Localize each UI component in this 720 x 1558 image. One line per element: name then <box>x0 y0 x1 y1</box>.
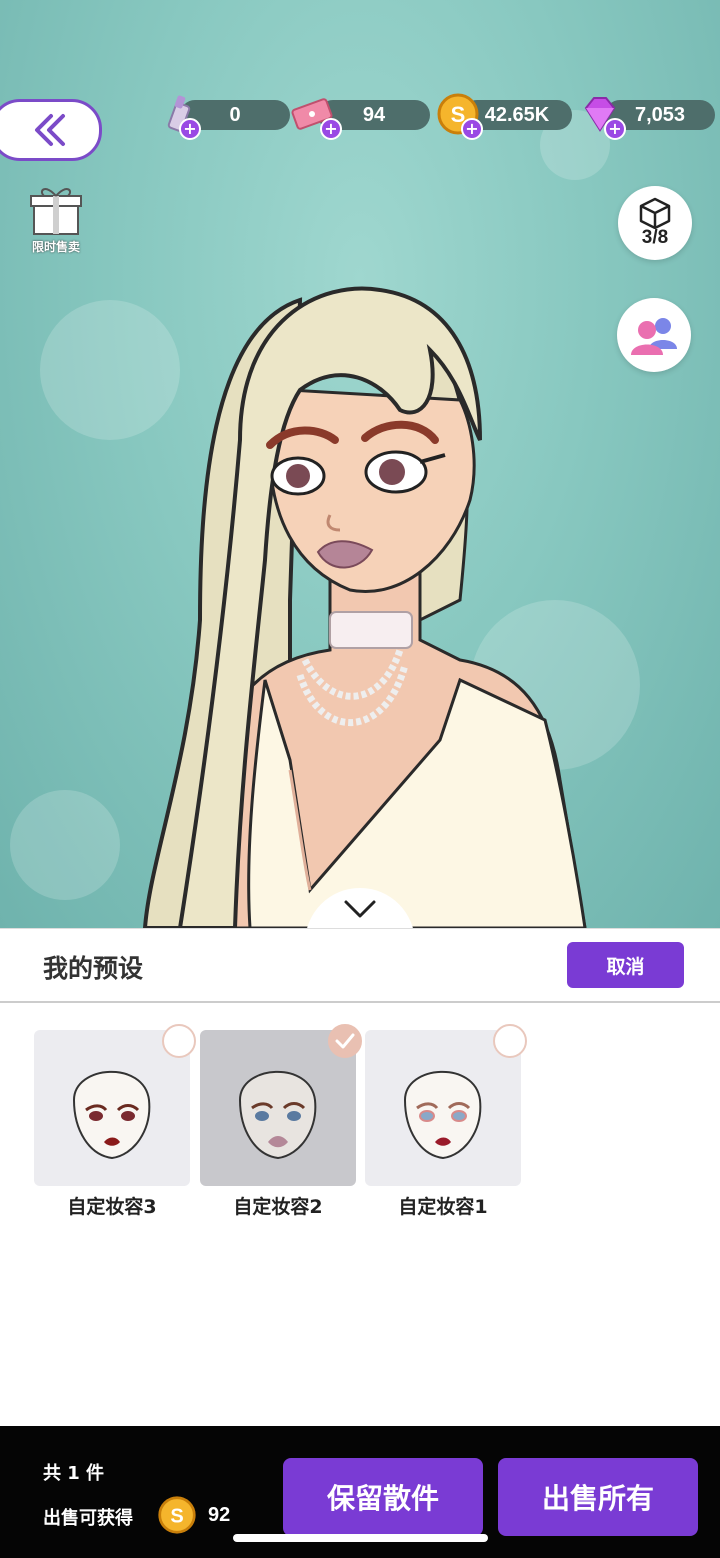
friends-icon <box>631 318 677 355</box>
add-coin-button[interactable]: + <box>461 118 483 140</box>
preset-item[interactable]: 自定妆容2 <box>200 1024 362 1219</box>
ticket-count: 94 <box>362 103 386 126</box>
preset-label: 自定妆容2 <box>233 1196 323 1218</box>
checkmark-icon <box>335 1033 355 1049</box>
preset-select-checkbox[interactable] <box>493 1024 527 1058</box>
keep-items-button[interactable]: 保留散件 <box>283 1458 483 1536</box>
preset-label: 自定妆容3 <box>67 1196 157 1218</box>
preset-label: 自定妆容1 <box>398 1196 488 1218</box>
add-lipstick-button[interactable]: + <box>179 118 201 140</box>
limited-sale-button[interactable]: 限时售卖 <box>24 182 88 255</box>
preset-select-checkbox[interactable] <box>328 1024 362 1058</box>
chevron-down-icon <box>344 900 376 918</box>
cancel-button[interactable]: 取消 <box>567 942 684 988</box>
preset-select-checkbox[interactable] <box>162 1024 196 1058</box>
sell-all-button[interactable]: 出售所有 <box>498 1458 698 1536</box>
panel-header: 我的预设 取消 <box>0 929 720 1003</box>
character-stage: 0 + 94 + 42.65K S + 7,053 + 限时售卖 3/8 <box>0 0 720 928</box>
earn-label: 出售可获得 <box>43 1508 133 1529</box>
earn-amount: 92 <box>208 1504 231 1526</box>
panel-title: 我的预设 <box>43 954 144 983</box>
gold-coin-icon: S <box>158 1496 196 1534</box>
preset-card[interactable] <box>365 1024 527 1186</box>
item-count: 共 1 件 <box>43 1463 105 1484</box>
svg-text:S: S <box>170 1505 183 1527</box>
diamond-count: 7,053 <box>634 103 686 126</box>
coin-count: 42.65K <box>484 103 550 126</box>
lipstick-count: 0 <box>229 103 241 126</box>
back-button[interactable] <box>0 99 102 161</box>
preset-card[interactable] <box>200 1024 362 1186</box>
box-count: 3/8 <box>641 227 669 248</box>
preset-item[interactable]: 自定妆容3 <box>34 1024 196 1219</box>
limited-sale-label: 限时售卖 <box>31 240 80 254</box>
home-indicator[interactable] <box>233 1534 488 1542</box>
presets-panel: 我的预设 取消 自定妆容3 自定妆容2 自定妆容1 <box>0 928 720 1427</box>
preset-card[interactable] <box>34 1024 196 1186</box>
gift-icon <box>30 188 82 235</box>
add-ticket-button[interactable]: + <box>320 118 342 140</box>
preset-item[interactable]: 自定妆容1 <box>365 1024 527 1219</box>
friends-button[interactable] <box>617 298 691 372</box>
wardrobe-box-button[interactable]: 3/8 <box>618 186 692 260</box>
add-diamond-button[interactable]: + <box>604 118 626 140</box>
double-chevron-left-icon <box>35 114 65 146</box>
box-icon <box>639 197 671 229</box>
